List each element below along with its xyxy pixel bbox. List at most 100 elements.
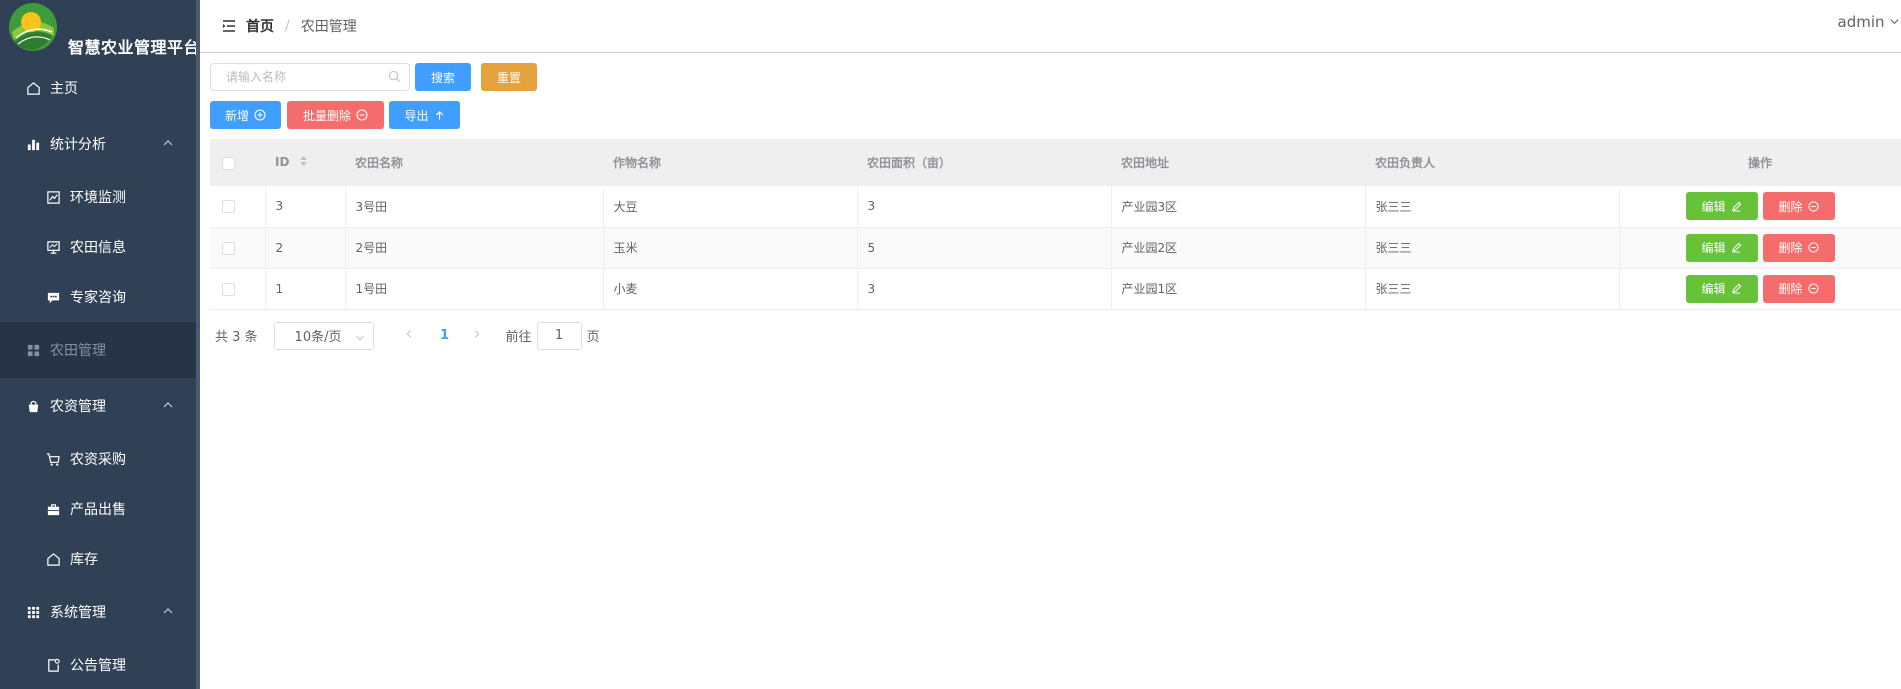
table-row: 1 1号田 小麦 3 产业园1区 张三三 编辑 删除 <box>210 268 1901 310</box>
cell-id: 2 <box>265 227 346 269</box>
row-select-cell <box>210 268 266 310</box>
breadcrumb-home[interactable]: 首页 <box>246 16 274 36</box>
sidebar-item-expert[interactable]: 专家咨询 <box>0 272 196 322</box>
bag-icon <box>25 398 41 414</box>
sidebar-item-label: 农资管理 <box>50 399 106 415</box>
row-checkbox[interactable] <box>222 241 235 255</box>
user-menu[interactable]: admin <box>1838 13 1900 31</box>
page-unit-label: 页 <box>586 330 600 345</box>
menu-fold-icon[interactable] <box>222 19 236 33</box>
edit-label: 编辑 <box>1701 241 1726 255</box>
reset-button[interactable]: 重置 <box>481 63 537 91</box>
action-bar: 新增 批量删除 导出 <box>210 101 1901 129</box>
sidebar-item-label: 主页 <box>50 81 78 97</box>
delete-button[interactable]: 删除 <box>1762 233 1835 262</box>
cell-area: 5 <box>857 227 1112 269</box>
column-header-name: 农田名称 <box>345 139 603 186</box>
cart-icon <box>45 451 61 467</box>
table-row: 2 2号田 玉米 5 产业园2区 张三三 编辑 删除 <box>210 227 1901 269</box>
minus-circle-icon <box>1807 242 1819 253</box>
next-page-button[interactable] <box>462 328 492 343</box>
breadcrumb-separator: / <box>285 18 290 34</box>
sidebar-item-inventory[interactable]: 库存 <box>0 534 196 584</box>
cell-name: 3号田 <box>345 186 604 228</box>
edit-icon <box>1731 283 1741 294</box>
cell-ops: 编辑 删除 <box>1619 268 1901 310</box>
username: admin <box>1837 13 1885 31</box>
cell-manager: 张三三 <box>1365 186 1620 228</box>
column-header-address: 农田地址 <box>1111 139 1365 186</box>
delete-label: 删除 <box>1778 282 1803 296</box>
sidebar-item-supplies[interactable]: 农资管理 <box>0 378 196 434</box>
column-header-manager: 农田负责人 <box>1365 139 1619 186</box>
cell-ops: 编辑 删除 <box>1619 227 1901 269</box>
screen-icon <box>45 239 61 255</box>
sidebar-item-notice[interactable]: 公告管理 <box>0 640 196 689</box>
house-icon <box>45 551 61 567</box>
column-header-ops: 操作 <box>1619 139 1901 186</box>
pagination: 共 3 条 10条/页 1 前往 页 <box>210 321 1901 350</box>
sidebar-item-sales[interactable]: 产品出售 <box>0 484 196 534</box>
sidebar-item-system[interactable]: 系统管理 <box>0 584 196 640</box>
cell-address: 产业园2区 <box>1111 227 1366 269</box>
cell-crop: 小麦 <box>603 268 858 310</box>
search-button[interactable]: 搜索 <box>415 63 471 91</box>
farmland-table: ID 农田名称 作物名称 农田面积（亩） 农田地址 农田负责人 操作 3 3号田… <box>210 139 1901 310</box>
row-checkbox[interactable] <box>222 282 235 296</box>
briefcase-icon <box>45 501 61 517</box>
sidebar-item-home[interactable]: 主页 <box>0 60 196 116</box>
edit-button[interactable]: 编辑 <box>1685 274 1758 303</box>
cell-name: 1号田 <box>345 268 604 310</box>
cell-manager: 张三三 <box>1365 227 1620 269</box>
search-input[interactable] <box>226 70 386 84</box>
export-button[interactable]: 导出 <box>389 101 460 129</box>
breadcrumb: 首页 / 农田管理 <box>236 16 357 36</box>
chevron-right-icon <box>474 330 479 338</box>
sidebar-item-environment[interactable]: 环境监测 <box>0 172 196 222</box>
edit-label: 编辑 <box>1701 282 1726 296</box>
cell-name: 2号田 <box>345 227 604 269</box>
page-size-value: 10条/页 <box>294 330 342 345</box>
goto-page-input[interactable] <box>536 321 582 350</box>
logo-area: 智慧农业管理平台 <box>0 0 196 60</box>
edit-label: 编辑 <box>1701 199 1726 214</box>
content-area: 搜索 重置 新增 批量删除 导出 <box>200 53 1901 350</box>
delete-button[interactable]: 删除 <box>1762 192 1835 221</box>
sidebar-item-statistics[interactable]: 统计分析 <box>0 116 196 172</box>
add-button[interactable]: 新增 <box>210 101 281 129</box>
chevron-up-icon <box>162 605 174 621</box>
sidebar-item-label: 统计分析 <box>50 137 106 153</box>
cell-crop: 大豆 <box>603 186 858 228</box>
sidebar: 智慧农业管理平台 主页 统计分析 环境监测 农田信息 专家咨询 农田管理 农资管… <box>0 0 200 689</box>
edit-button[interactable]: 编辑 <box>1685 192 1758 221</box>
delete-button[interactable]: 删除 <box>1762 274 1835 303</box>
apps-icon <box>25 604 41 620</box>
prev-page-button[interactable] <box>394 328 424 343</box>
sidebar-item-label: 环境监测 <box>70 190 126 206</box>
sidebar-item-farmland-info[interactable]: 农田信息 <box>0 222 196 272</box>
app-title: 智慧农业管理平台 <box>68 38 200 57</box>
chevron-up-icon <box>162 137 174 153</box>
edit-button[interactable]: 编辑 <box>1685 233 1758 262</box>
sidebar-item-farmland[interactable]: 农田管理 <box>0 322 196 378</box>
page-size-select[interactable]: 10条/页 <box>273 321 374 350</box>
grid-icon <box>25 342 41 358</box>
select-all-checkbox[interactable] <box>222 156 235 170</box>
goto-label: 前往 <box>505 330 532 345</box>
add-button-label: 新增 <box>224 108 249 123</box>
column-header-crop: 作物名称 <box>603 139 857 186</box>
sidebar-item-label: 农田信息 <box>70 240 126 256</box>
row-checkbox[interactable] <box>222 200 235 214</box>
bar-chart-icon <box>25 136 41 152</box>
edit-icon <box>1731 242 1741 253</box>
sidebar-item-purchase[interactable]: 农资采购 <box>0 434 196 484</box>
sort-icon[interactable] <box>299 155 308 170</box>
sidebar-item-label: 库存 <box>70 552 98 568</box>
page-number-current[interactable]: 1 <box>430 328 460 343</box>
batch-delete-button[interactable]: 批量删除 <box>287 101 384 129</box>
sidebar-item-label: 产品出售 <box>70 502 126 518</box>
export-button-label: 导出 <box>404 108 429 123</box>
arrow-up-icon <box>435 110 443 120</box>
column-header-id[interactable]: ID <box>265 139 345 186</box>
search-field[interactable] <box>210 63 410 91</box>
